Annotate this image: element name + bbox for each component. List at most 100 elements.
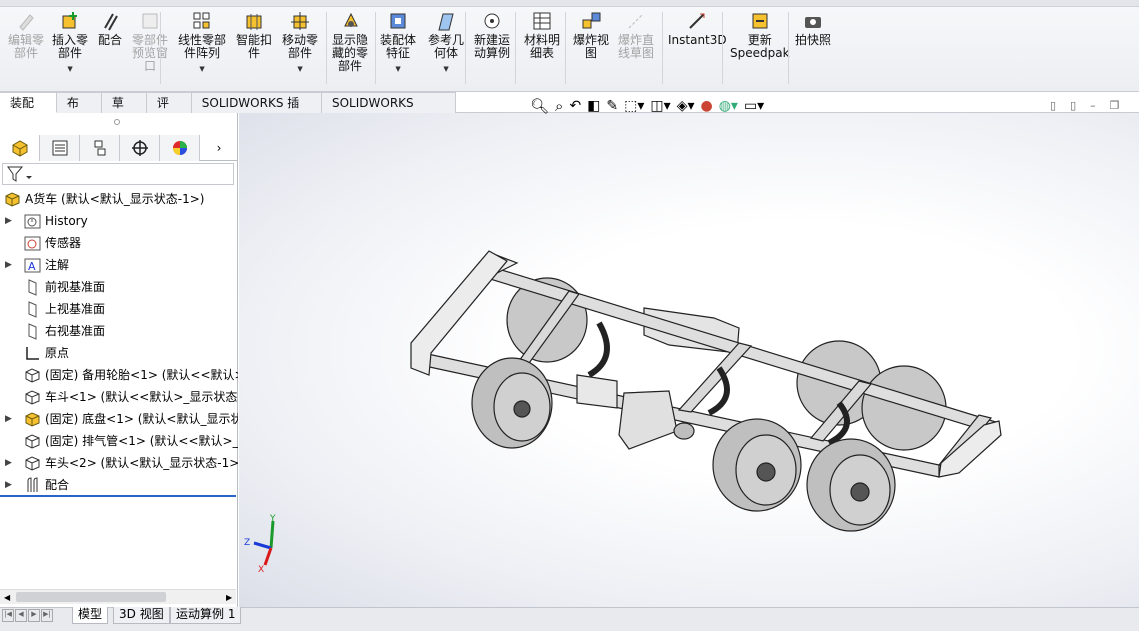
tab-configurationmanager[interactable] (80, 135, 120, 161)
svg-text:A: A (28, 260, 36, 273)
ribbon-button-label: 材料明 细表 (524, 33, 561, 60)
expand-arrow-icon[interactable]: ▶ (5, 210, 12, 232)
dropdown-arrow-icon[interactable]: ▼ (297, 63, 302, 76)
tab-scroll-arrows[interactable]: |◀ ◀ ▶ ▶| (2, 609, 53, 622)
expand-arrow-icon[interactable]: ▶ (5, 474, 12, 496)
display-style-icon[interactable]: ◫▾ (650, 98, 670, 114)
horizontal-scrollbar[interactable]: ◀ ▶ (0, 589, 236, 604)
tree-item[interactable]: ▶ 车头<2> (默认<默认_显示状态-1> (0, 452, 238, 474)
ribbon-button-move-component[interactable]: 移动零 部件 ▼ (282, 10, 318, 76)
tree-item[interactable]: ▶ 配合 (0, 474, 238, 496)
plane-icon (28, 279, 37, 296)
tree-item[interactable]: 传感器 (0, 232, 238, 254)
restore-right-icon[interactable]: ▯ (1070, 99, 1076, 112)
dropdown-arrow-icon[interactable]: ▼ (443, 63, 448, 76)
maximize-icon[interactable]: ❐ (1110, 99, 1120, 112)
ribbon-button-label: 零部件 预览窗 口 (132, 33, 169, 73)
tab-model[interactable]: 模型 (72, 607, 109, 624)
ribbon-button-instant3d[interactable]: Instant3D (668, 10, 727, 47)
zoom-to-area-icon[interactable]: ⌕ (555, 97, 563, 115)
apply-scene-icon[interactable]: ◍▾ (719, 98, 738, 114)
propertymanager-icon (52, 140, 67, 156)
tree-item[interactable]: (固定) 备用轮胎<1> (默认<<默认>_ (0, 364, 238, 386)
annotation-icon: A (24, 258, 41, 273)
tab-dimxpert[interactable] (120, 135, 160, 161)
tree-item[interactable]: ▶ (固定) 底盘<1> (默认<默认_显示状 (0, 408, 238, 430)
tree-item[interactable]: 原点 (0, 342, 238, 364)
ribbon-button-exploded-view[interactable]: 爆炸视 图 (573, 10, 609, 60)
tree-item-label: (固定) 备用轮胎<1> (默认<<默认>_ (45, 368, 238, 382)
ribbon-button-explode-line-sketch[interactable]: 爆炸直 线草图 (618, 10, 654, 60)
tree-item[interactable]: 右视基准面 (0, 320, 238, 342)
tab-0[interactable]: 装配体 (0, 92, 57, 130)
tab-motion-study[interactable]: 运动算例 1 (170, 607, 242, 624)
ribbon-button-component-preview[interactable]: 零部件 预览窗 口 (132, 10, 168, 73)
ribbon-separator (515, 12, 516, 84)
featuremanager-icon (12, 140, 27, 157)
tab-featuremanager[interactable] (0, 135, 40, 161)
tree-item[interactable]: 前视基准面 (0, 276, 238, 298)
tree-item[interactable]: ▶ History (0, 210, 238, 232)
ribbon-button-snapshot[interactable]: 拍快照 (795, 10, 831, 47)
tabs-scroll-right-icon[interactable]: › (200, 135, 238, 160)
tree-item[interactable]: (固定) 排气管<1> (默认<<默认>_ (0, 430, 238, 452)
ribbon-button-reference-geometry[interactable]: 参考几 何体 ▼ (428, 10, 464, 76)
dropdown-arrow-icon[interactable]: ▼ (395, 63, 400, 76)
scroll-thumb[interactable] (16, 592, 166, 602)
view-settings-icon[interactable]: ▭▾ (744, 98, 764, 114)
section-view-icon[interactable]: ◧ (587, 98, 600, 114)
tree-item-label: 注解 (45, 258, 70, 272)
edit-appearance-icon[interactable]: ● (700, 98, 712, 114)
dropdown-arrow-icon[interactable]: ▼ (67, 63, 72, 76)
tree-item[interactable]: A货车 (默认<默认_显示状态-1>) (0, 188, 238, 210)
view-orientation-icon[interactable]: ⬚▾ (624, 98, 644, 114)
tree-item[interactable]: 车斗<1> (默认<<默认>_显示状态 (0, 386, 238, 408)
dropdown-arrow-icon[interactable]: ▼ (199, 63, 204, 76)
tab-5[interactable]: SOLIDWORKS MBD (321, 92, 456, 130)
ribbon-button-label: 参考几 何体 (428, 33, 465, 60)
instant3d-icon (689, 13, 706, 29)
minimize-icon[interactable]: – (1090, 99, 1096, 112)
snapshot-icon (805, 17, 821, 28)
expand-arrow-icon[interactable]: ▶ (5, 452, 12, 474)
previous-view-icon[interactable]: ↶ (569, 98, 581, 114)
scroll-right-icon[interactable]: ▶ (226, 593, 232, 602)
graphics-area[interactable]: Y Z X (239, 113, 1139, 607)
hide-show-items-icon[interactable]: ◈▾ (677, 98, 695, 114)
ribbon-button-speedpak[interactable]: 更新 Speedpak (730, 10, 790, 60)
panel-grip[interactable] (114, 119, 120, 125)
tab-4[interactable]: SOLIDWORKS 插件 (191, 92, 322, 130)
ribbon-button-new-motion-study[interactable]: 新建运 动算例 (474, 10, 510, 60)
ribbon-button-bom[interactable]: 材料明 细表 (524, 10, 560, 60)
truck-chassis-model[interactable] (239, 113, 1139, 607)
ribbon-button-smart-fasteners[interactable]: 智能扣 件 (236, 10, 272, 60)
tab-3[interactable]: 评估 (146, 92, 192, 130)
tab-1[interactable]: 布局 (56, 92, 102, 130)
expand-arrow-icon[interactable]: ▶ (5, 254, 12, 276)
manager-tabs: › (0, 135, 238, 161)
feature-tree: A货车 (默认<默认_显示状态-1>) ▶ History 传感器 ▶ A 注解 前视基准面上… (0, 188, 238, 496)
scroll-left-icon[interactable]: ◀ (4, 593, 10, 602)
ribbon-button-mate[interactable]: 配合 (98, 10, 122, 47)
ribbon-button-linear-pattern[interactable]: 线性零部 件阵列 ▼ (178, 10, 226, 76)
triad-x-label: X (258, 565, 264, 573)
tab-propertymanager[interactable] (40, 135, 80, 161)
expand-arrow-icon[interactable]: ▶ (5, 408, 12, 430)
tree-item[interactable]: 上视基准面 (0, 298, 238, 320)
tab-2[interactable]: 草图 (101, 92, 147, 130)
dynamic-annotation-icon[interactable]: ✎ (606, 98, 618, 114)
tab-3d-views[interactable]: 3D 视图 (113, 607, 170, 624)
tab-displaymanager[interactable] (160, 135, 200, 161)
zoom-to-fit-icon[interactable]: 🔍︎ (530, 97, 549, 115)
ribbon-button-assembly-features[interactable]: 装配体 特征 ▼ (380, 10, 416, 76)
ribbon-button-edit-component[interactable]: 编辑零 部件 (8, 10, 44, 60)
ribbon-button-insert-component[interactable]: 插入零 部件 ▼ (52, 10, 88, 76)
ribbon-button-show-hidden[interactable]: 显示隐 藏的零 部件 (332, 10, 368, 73)
tree-item[interactable]: ▶ A 注解 (0, 254, 238, 276)
filter-icon (7, 166, 32, 182)
ribbon-button-label: 智能扣 件 (236, 33, 273, 60)
part-icon (25, 390, 40, 405)
restore-left-icon[interactable]: ▯ (1050, 99, 1056, 112)
assembly-features-icon (390, 13, 406, 29)
tree-filter[interactable] (2, 163, 234, 185)
